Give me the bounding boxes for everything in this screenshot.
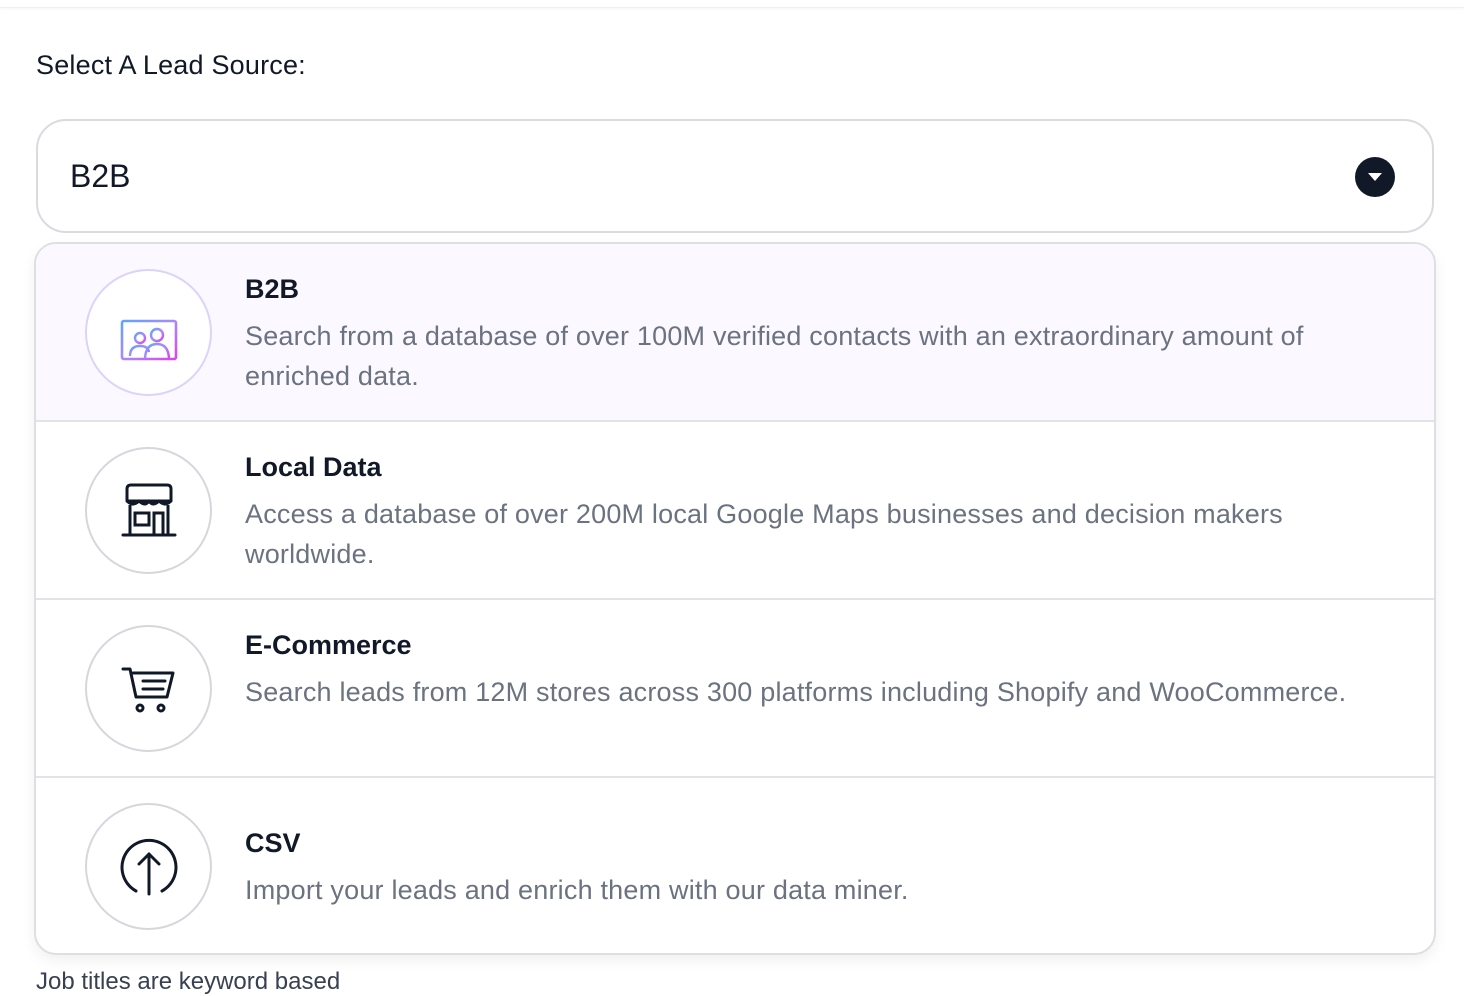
lead-source-dropdown: B2B Search from a database of over 100M … xyxy=(34,242,1436,955)
option-title: Local Data xyxy=(245,452,382,482)
option-b2b[interactable]: B2B Search from a database of over 100M … xyxy=(36,244,1434,422)
chevron-down-icon[interactable] xyxy=(1355,157,1395,197)
option-description: Access a database of over 200M local Goo… xyxy=(245,499,1283,569)
contacts-card-icon xyxy=(85,269,212,396)
shopping-cart-icon xyxy=(85,625,212,752)
upload-icon xyxy=(85,803,212,930)
option-e-commerce[interactable]: E-Commerce Search leads from 12M stores … xyxy=(36,600,1434,778)
top-divider xyxy=(0,0,1464,8)
lead-source-label: Select A Lead Source: xyxy=(36,50,306,80)
option-title: E-Commerce xyxy=(245,630,412,660)
lead-source-select[interactable]: B2B xyxy=(36,119,1434,233)
option-description: Search leads from 12M stores across 300 … xyxy=(245,677,1347,707)
option-description: Import your leads and enrich them with o… xyxy=(245,875,909,905)
selected-value: B2B xyxy=(70,157,131,194)
option-title: CSV xyxy=(245,828,301,858)
option-csv[interactable]: CSV Import your leads and enrich them wi… xyxy=(36,778,1434,953)
job-titles-helper: Job titles are keyword based xyxy=(36,968,341,995)
option-local-data[interactable]: Local Data Access a database of over 200… xyxy=(36,422,1434,600)
option-title: B2B xyxy=(245,274,300,304)
storefront-icon xyxy=(85,447,212,574)
option-description: Search from a database of over 100M veri… xyxy=(245,321,1304,391)
